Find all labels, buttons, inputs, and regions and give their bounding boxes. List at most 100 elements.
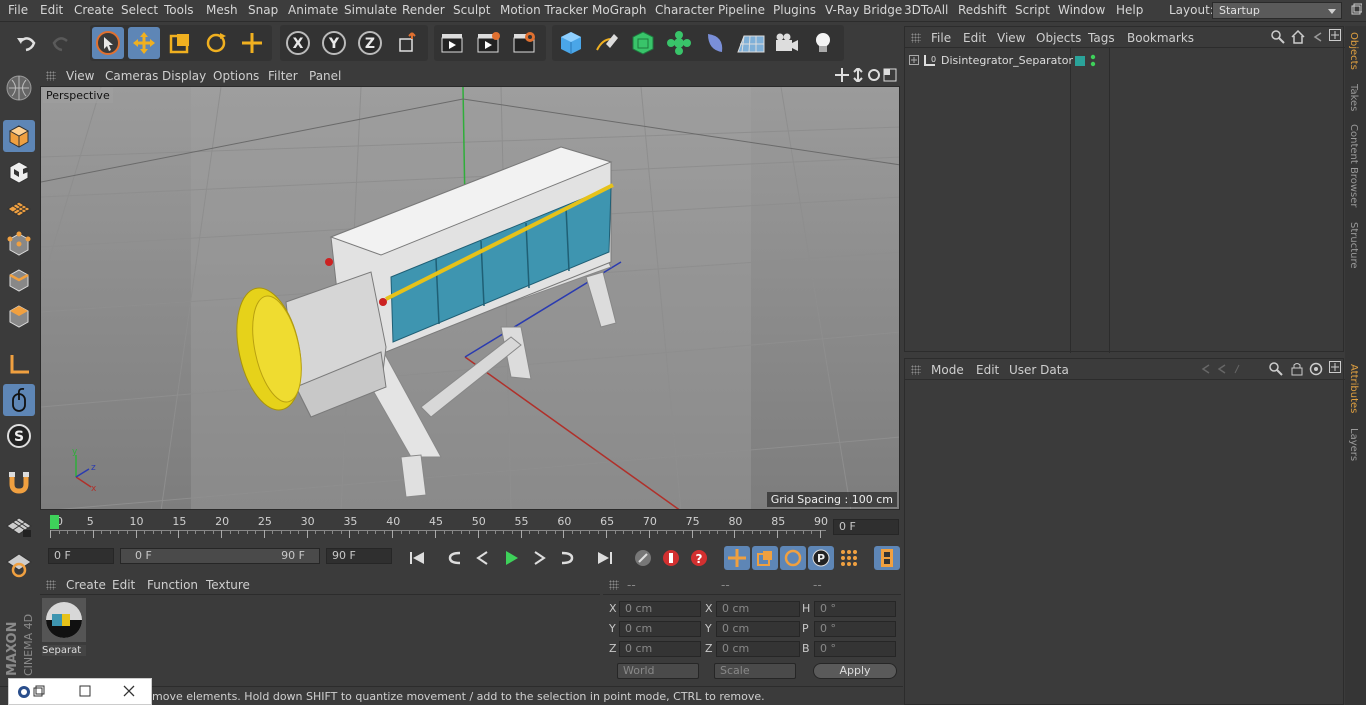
visibility-dots-icon[interactable]	[1090, 54, 1096, 71]
restore-icon[interactable]	[33, 685, 45, 700]
object-menu-tags[interactable]: Tags	[1088, 31, 1115, 45]
menu-character[interactable]: Character	[655, 3, 714, 17]
material-swatch[interactable]: Separat	[42, 598, 86, 656]
render-view-button[interactable]	[436, 27, 468, 59]
key-position-button[interactable]	[724, 546, 750, 570]
redo-button[interactable]	[46, 27, 78, 59]
menu-script[interactable]: Script	[1015, 3, 1050, 17]
menu-sculpt[interactable]: Sculpt	[453, 3, 490, 17]
layer-color-swatch[interactable]	[1075, 56, 1085, 66]
menu-vray-bridge[interactable]: V-Ray Bridge	[825, 3, 902, 17]
viewport-move-icon[interactable]	[835, 68, 849, 85]
object-name[interactable]: Disintegrator_Separator	[941, 54, 1073, 67]
y-axis-button[interactable]: Y	[318, 27, 350, 59]
timeline[interactable]: 0 5 10 15 20 25 30 35 40 45 50 55 60 65 70 75 80 85 90 0 F	[40, 512, 900, 544]
render-settings-button[interactable]	[508, 27, 540, 59]
timeline-button[interactable]	[874, 546, 900, 570]
search-icon[interactable]	[1269, 362, 1283, 379]
object-menu-objects[interactable]: Objects	[1036, 31, 1081, 45]
window-restore-icon[interactable]	[1350, 2, 1363, 19]
subdivision-surface-button[interactable]	[627, 27, 659, 59]
key-parameter-button[interactable]: P	[808, 546, 834, 570]
menu-render[interactable]: Render	[402, 3, 445, 17]
frame-range-slider[interactable]: 0 F 90 F	[120, 548, 320, 564]
light-button[interactable]	[807, 27, 839, 59]
viewport-menu-display[interactable]: Display	[162, 69, 206, 83]
menu-create[interactable]: Create	[74, 3, 114, 17]
viewport-menu-panel[interactable]: Panel	[309, 69, 341, 83]
menu-select[interactable]: Select	[121, 3, 158, 17]
record-button[interactable]	[658, 546, 684, 570]
nav-back-icon[interactable]	[1201, 363, 1241, 378]
menu-redshift[interactable]: Redshift	[958, 3, 1007, 17]
go-to-start-button[interactable]	[404, 546, 430, 570]
menu-3dtoall[interactable]: 3DToAll	[904, 3, 948, 17]
menu-window[interactable]: Window	[1058, 3, 1105, 17]
end-frame-field[interactable]: 90 F	[326, 548, 392, 564]
rotation-p-field[interactable]: 0 °	[814, 621, 896, 637]
camera-button[interactable]	[771, 27, 803, 59]
autokey-button[interactable]: ?	[686, 546, 712, 570]
deformer-button[interactable]	[699, 27, 731, 59]
undo-button[interactable]	[10, 27, 42, 59]
next-key-button[interactable]	[554, 546, 580, 570]
scale-tool-button[interactable]	[164, 27, 196, 59]
viewport-rotate-icon[interactable]	[867, 68, 881, 85]
solo-button[interactable]: S	[3, 420, 35, 452]
model-mode-button[interactable]	[3, 120, 35, 152]
layout-dropdown[interactable]: Startup	[1212, 2, 1342, 19]
back-icon[interactable]	[1311, 30, 1325, 47]
move-tool-button[interactable]	[128, 27, 160, 59]
transform-tool-button[interactable]	[236, 27, 268, 59]
rotation-b-field[interactable]: 0 °	[814, 641, 896, 657]
rotate-tool-button[interactable]	[200, 27, 232, 59]
material-menu-create[interactable]: Create	[66, 578, 106, 592]
viewport-perspective[interactable]: y x z Perspective Grid Spacing : 100 cm	[40, 86, 900, 510]
cloner-button[interactable]	[663, 27, 695, 59]
snap-button[interactable]	[3, 466, 35, 498]
menu-plugins[interactable]: Plugins	[773, 3, 816, 17]
expand-icon[interactable]	[909, 54, 919, 68]
make-editable-button[interactable]	[3, 72, 35, 104]
menu-mograph[interactable]: MoGraph	[592, 3, 647, 17]
object-row[interactable]: 0 Disintegrator_Separator	[907, 52, 1073, 70]
tab-layers[interactable]: Layers	[1348, 428, 1359, 461]
tab-objects[interactable]: Objects	[1348, 32, 1359, 70]
coordinate-mode-dropdown[interactable]: World	[617, 663, 699, 679]
target-icon[interactable]	[1309, 362, 1323, 379]
tab-content-browser[interactable]: Content Browser	[1348, 124, 1359, 207]
previous-key-button[interactable]	[442, 546, 468, 570]
close-icon[interactable]	[123, 685, 135, 700]
workplane-lock-button[interactable]	[3, 510, 35, 542]
menu-mesh[interactable]: Mesh	[206, 3, 238, 17]
menu-simulate[interactable]: Simulate	[344, 3, 397, 17]
tab-takes[interactable]: Takes	[1348, 84, 1359, 111]
search-icon[interactable]	[1271, 30, 1285, 47]
edge-mode-button[interactable]	[3, 264, 35, 296]
menu-edit[interactable]: Edit	[40, 3, 63, 17]
current-frame-field[interactable]: 0 F	[833, 519, 899, 535]
position-z-field[interactable]: 0 cm	[619, 641, 701, 657]
lock-icon[interactable]	[1291, 362, 1303, 379]
position-y-field[interactable]: 0 cm	[619, 621, 701, 637]
viewport-zoom-icon[interactable]	[851, 66, 865, 85]
next-frame-button[interactable]	[526, 546, 552, 570]
tweak-mode-button[interactable]	[3, 384, 35, 416]
play-button[interactable]	[498, 546, 524, 570]
coordinate-system-button[interactable]	[392, 27, 424, 59]
tab-structure[interactable]: Structure	[1348, 222, 1359, 269]
point-mode-button[interactable]	[3, 228, 35, 260]
object-menu-file[interactable]: File	[931, 31, 951, 45]
menu-tools[interactable]: Tools	[164, 3, 194, 17]
previous-frame-button[interactable]	[470, 546, 496, 570]
viewport-menu-filter[interactable]: Filter	[268, 69, 298, 83]
tab-attributes[interactable]: Attributes	[1348, 364, 1359, 413]
material-menu-texture[interactable]: Texture	[206, 578, 250, 592]
x-axis-button[interactable]: X	[282, 27, 314, 59]
attr-menu-mode[interactable]: Mode	[931, 363, 964, 377]
object-menu-view[interactable]: View	[997, 31, 1025, 45]
floor-button[interactable]	[735, 27, 767, 59]
home-icon[interactable]	[1291, 29, 1305, 47]
attr-menu-edit[interactable]: Edit	[976, 363, 999, 377]
menu-pipeline[interactable]: Pipeline	[718, 3, 765, 17]
